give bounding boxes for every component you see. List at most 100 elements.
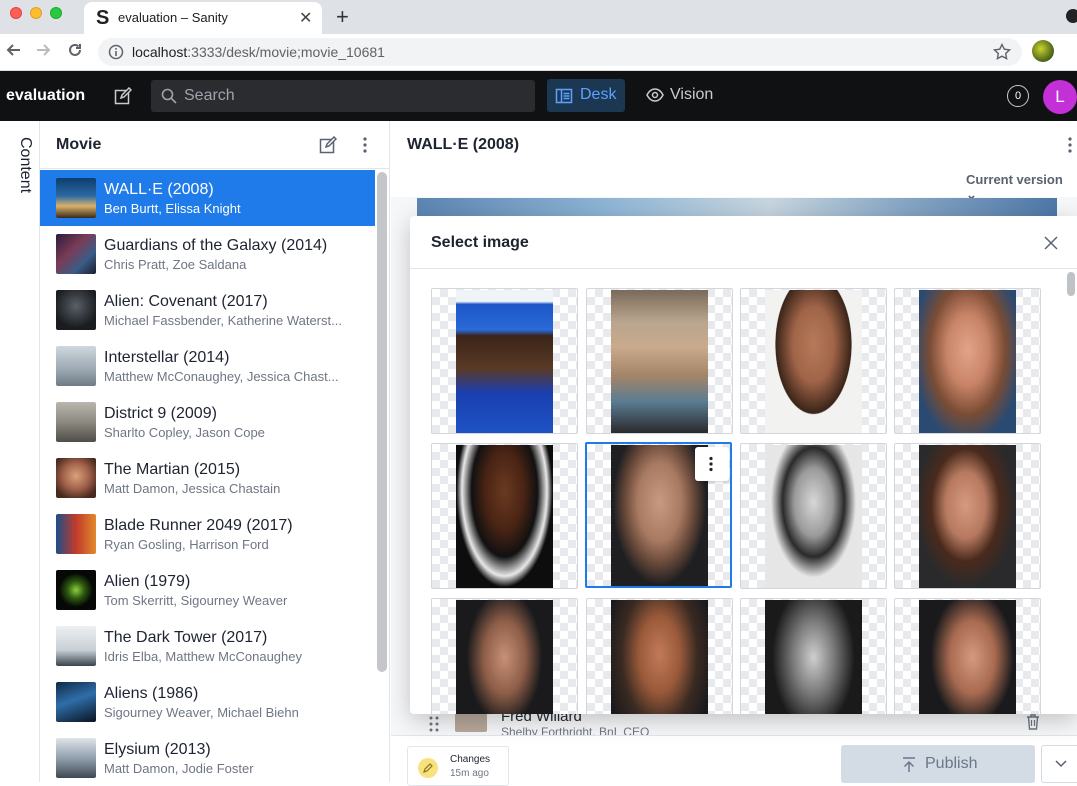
movie-title: Blade Runner 2049 (2017): [104, 517, 293, 534]
document-footer: Changes 15m ago Publish: [391, 735, 1077, 786]
profile-avatar[interactable]: [1032, 40, 1054, 62]
movie-subtitle: Idris Elba, Matthew McConaughey: [104, 649, 302, 664]
content-rail-label[interactable]: Content: [4, 137, 34, 193]
dialog-title: Select image: [431, 234, 529, 251]
movie-subtitle: Michael Fassbender, Katherine Waterst...: [104, 313, 342, 328]
window-zoom-button[interactable]: [50, 7, 62, 19]
movie-subtitle: Matt Damon, Jessica Chastain: [104, 481, 281, 496]
image-tile[interactable]: [586, 598, 733, 714]
poster-image-preview: [417, 198, 1057, 218]
portrait-image: [765, 445, 862, 588]
movie-list-pane: Movie WALL·E (2008) Ben Burtt, Elissa Kn…: [40, 121, 390, 782]
image-tile[interactable]: [740, 443, 887, 589]
trash-icon[interactable]: [1026, 714, 1040, 730]
tab-close-icon[interactable]: ✕: [299, 8, 312, 28]
movie-title: Guardians of the Galaxy (2014): [104, 237, 328, 254]
search-placeholder: Search: [184, 87, 235, 104]
publish-options-button[interactable]: [1041, 745, 1077, 783]
image-tile[interactable]: [894, 288, 1041, 434]
eye-icon: [646, 88, 664, 102]
forward-arrow-icon[interactable]: [35, 42, 51, 58]
address-bar: localhost:3333/desk/movie;movie_10681 ⋮: [0, 34, 1077, 71]
portrait-image: [611, 445, 708, 586]
movie-title: District 9 (2009): [104, 405, 217, 422]
tool-desk[interactable]: Desk: [547, 79, 625, 112]
image-grid: [431, 288, 1043, 714]
notifications-badge[interactable]: 0: [1007, 85, 1029, 107]
url-text: localhost:3333/desk/movie;movie_10681: [132, 44, 385, 60]
movie-subtitle: Sigourney Weaver, Michael Biehn: [104, 705, 299, 720]
tool-vision[interactable]: Vision: [638, 79, 728, 112]
browser-menu-icon[interactable]: ⋮: [1071, 43, 1077, 60]
version-label: Current version: [966, 172, 1063, 187]
image-tile-menu-button[interactable]: [695, 447, 729, 481]
document-menu-icon[interactable]: [1067, 136, 1073, 154]
movie-poster: [56, 570, 96, 610]
portrait-image: [456, 445, 553, 588]
image-tile[interactable]: [586, 288, 733, 434]
list-item[interactable]: Interstellar (2014) Matthew McConaughey,…: [40, 338, 375, 394]
url-field[interactable]: localhost:3333/desk/movie;movie_10681: [98, 38, 1022, 66]
tab-search-icon[interactable]: [1066, 9, 1077, 23]
dialog-scrollbar[interactable]: [1067, 272, 1075, 296]
portrait-image: [611, 600, 708, 714]
changes-label: Changes: [450, 754, 491, 765]
list-item[interactable]: Blade Runner 2049 (2017) Ryan Gosling, H…: [40, 506, 375, 562]
movie-poster: [56, 346, 96, 386]
portrait-image: [611, 290, 708, 433]
image-tile[interactable]: [740, 288, 887, 434]
image-tile[interactable]: [431, 288, 578, 434]
list-item[interactable]: Alien (1979) Tom Skerritt, Sigourney Wea…: [40, 562, 375, 618]
list-item[interactable]: District 9 (2009) Sharlto Copley, Jason …: [40, 394, 375, 450]
compose-icon[interactable]: [114, 87, 132, 105]
new-tab-icon[interactable]: +: [336, 4, 349, 30]
movie-title: Alien: Covenant (2017): [104, 293, 268, 310]
publish-label: Publish: [925, 755, 978, 772]
user-avatar[interactable]: L: [1043, 80, 1077, 114]
list-item[interactable]: The Dark Tower (2017) Idris Elba, Matthe…: [40, 618, 375, 674]
list-item[interactable]: The Martian (2015) Matt Damon, Jessica C…: [40, 450, 375, 506]
reload-icon[interactable]: [67, 42, 83, 58]
movie-poster: [56, 626, 96, 666]
list-scrollbar[interactable]: [377, 172, 387, 672]
browser-tab[interactable]: S evaluation – Sanity ✕: [84, 2, 322, 34]
movie-poster: [56, 514, 96, 554]
list-pane-title: Movie: [56, 136, 102, 153]
image-tile[interactable]: [431, 443, 578, 589]
search-input[interactable]: Search: [151, 80, 535, 112]
drag-handle-icon[interactable]: [429, 716, 439, 732]
image-tile[interactable]: [894, 443, 1041, 589]
image-tile-selected[interactable]: [585, 442, 732, 588]
site-info-icon[interactable]: [108, 44, 124, 60]
list-item[interactable]: WALL·E (2008) Ben Burtt, Elissa Knight: [40, 170, 375, 226]
image-tile[interactable]: [894, 598, 1041, 714]
close-icon[interactable]: [1044, 236, 1058, 250]
window-minimize-button[interactable]: [30, 7, 42, 19]
chevron-down-icon: [1055, 760, 1067, 768]
list-item[interactable]: Elysium (2013) Matt Damon, Jodie Foster: [40, 730, 375, 786]
list-pane-menu-icon[interactable]: [362, 136, 368, 154]
window-close-button[interactable]: [10, 7, 22, 19]
content-rail: Content: [0, 121, 40, 782]
portrait-image: [456, 600, 553, 714]
movie-subtitle: Sharlto Copley, Jason Cope: [104, 425, 265, 440]
project-name[interactable]: evaluation: [6, 87, 85, 105]
publish-button[interactable]: Publish: [841, 745, 1035, 783]
movie-subtitle: Matthew McConaughey, Jessica Chast...: [104, 369, 339, 384]
changes-button[interactable]: Changes 15m ago: [407, 746, 509, 786]
sanity-favicon-icon: S: [96, 7, 110, 29]
changes-time: 15m ago: [450, 768, 489, 779]
tool-desk-label: Desk: [580, 86, 617, 103]
list-item[interactable]: Alien: Covenant (2017) Michael Fassbende…: [40, 282, 375, 338]
list-item[interactable]: Guardians of the Galaxy (2014) Chris Pra…: [40, 226, 375, 282]
image-tile[interactable]: [740, 598, 887, 714]
bookmark-star-icon[interactable]: [993, 43, 1011, 61]
image-tile[interactable]: [431, 598, 578, 714]
movie-title: Alien (1979): [104, 573, 191, 590]
desk-icon: [555, 88, 573, 104]
document-title: WALL·E (2008): [407, 136, 520, 153]
portrait-image: [456, 290, 553, 433]
create-document-icon[interactable]: [319, 136, 337, 154]
list-item[interactable]: Aliens (1986) Sigourney Weaver, Michael …: [40, 674, 375, 730]
back-arrow-icon[interactable]: [6, 42, 22, 58]
